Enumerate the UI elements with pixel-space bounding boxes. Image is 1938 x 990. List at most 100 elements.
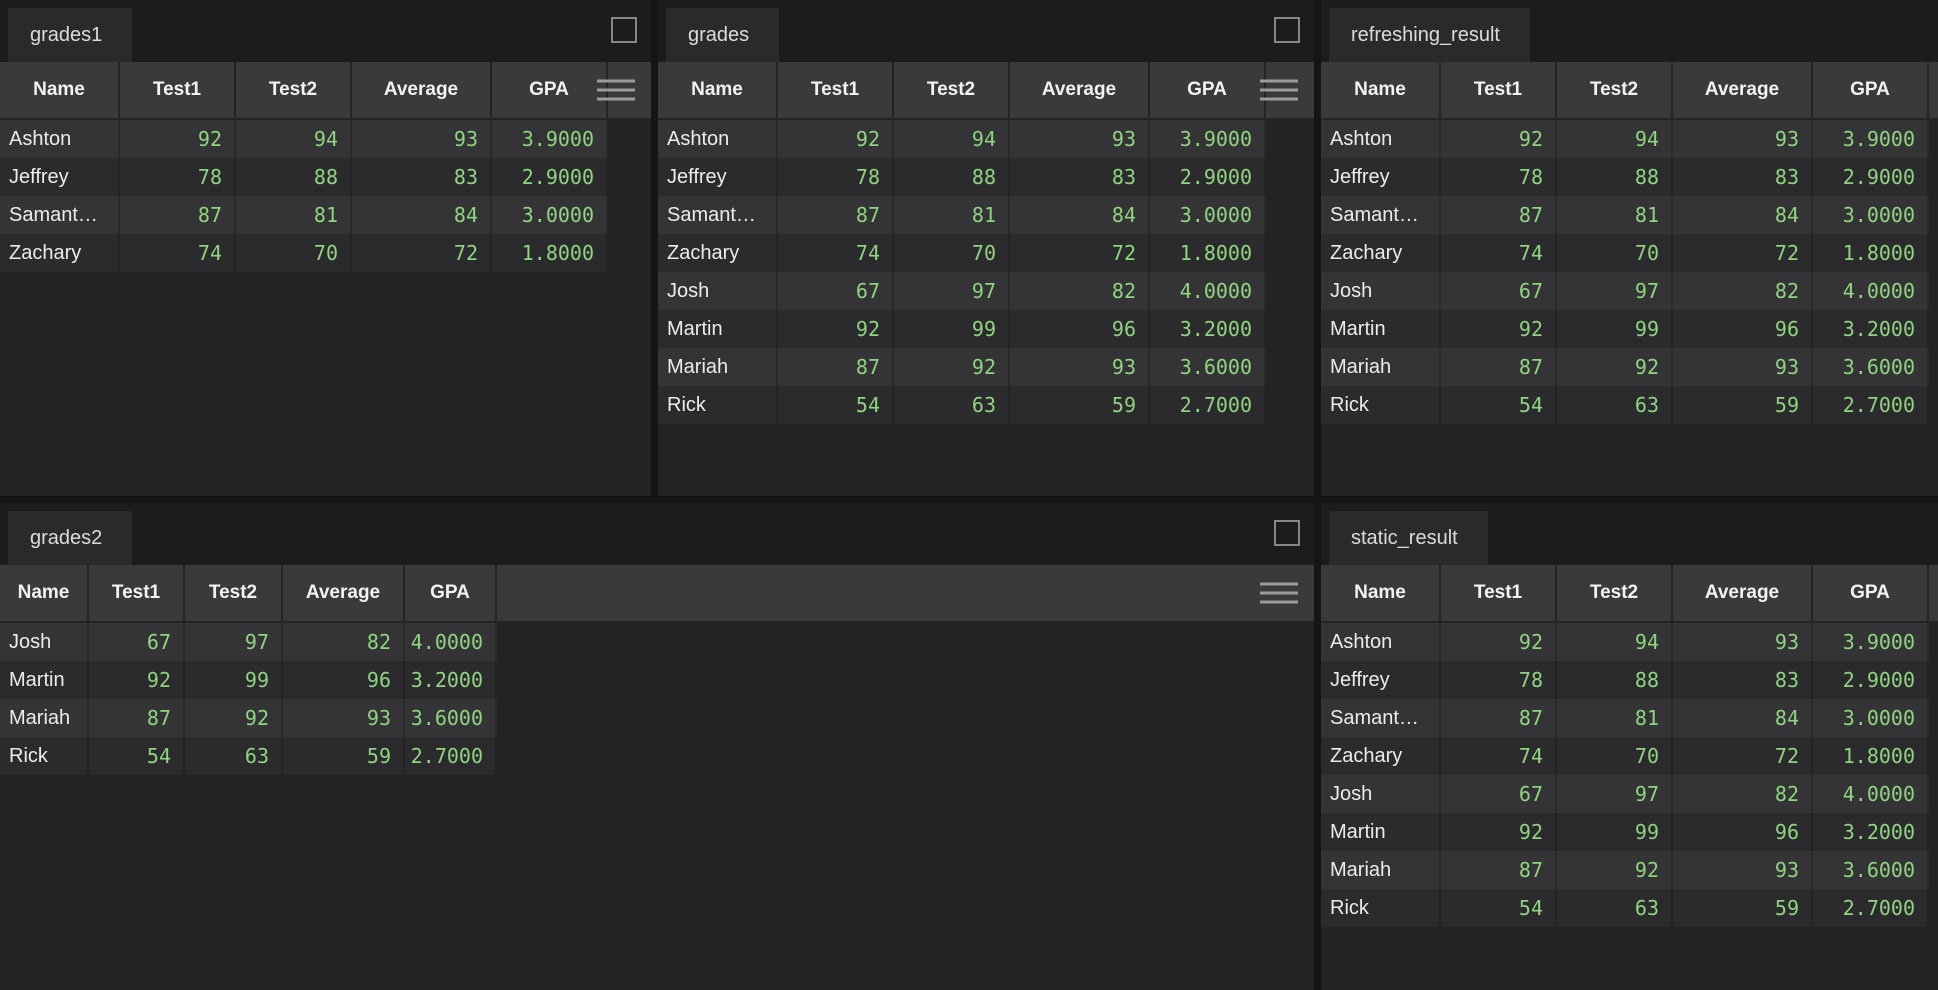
table-row[interactable]: Zachary7470721.8000 <box>1321 737 1929 775</box>
cell-name: Mariah <box>1321 851 1441 889</box>
column-header-test1[interactable]: Test1 <box>120 62 236 118</box>
column-header-name[interactable]: Name <box>1321 62 1441 118</box>
column-header-name[interactable]: Name <box>0 565 89 621</box>
column-header-test2[interactable]: Test2 <box>894 62 1010 118</box>
table-menu-icon[interactable] <box>597 80 635 101</box>
cell-number: 3.9000 <box>1813 623 1929 661</box>
cell-number: 88 <box>894 158 1010 196</box>
cell-number: 81 <box>894 196 1010 234</box>
cell-number: 97 <box>894 272 1010 310</box>
table-row[interactable]: Martin9299963.2000 <box>1321 310 1929 348</box>
table-row[interactable]: Josh6797824.0000 <box>1321 775 1929 813</box>
column-header-test2[interactable]: Test2 <box>236 62 352 118</box>
table-row[interactable]: Zachary7470721.8000 <box>1321 234 1929 272</box>
column-header-test2[interactable]: Test2 <box>185 565 283 621</box>
tab-refreshing-result[interactable]: refreshing_result <box>1329 8 1530 62</box>
column-header-average[interactable]: Average <box>1673 565 1813 621</box>
table-row[interactable]: Rick5463592.7000 <box>1321 386 1929 424</box>
column-header-name[interactable]: Name <box>658 62 778 118</box>
column-header-average[interactable]: Average <box>352 62 492 118</box>
maximize-icon[interactable] <box>1274 520 1300 546</box>
cell-number: 63 <box>185 737 283 775</box>
table-row[interactable]: Samant…8781843.0000 <box>658 196 1266 234</box>
table-row[interactable]: Martin9299963.2000 <box>1321 813 1929 851</box>
column-header-test1[interactable]: Test1 <box>778 62 894 118</box>
table-row[interactable]: Mariah8792933.6000 <box>1321 851 1929 889</box>
column-header-gpa[interactable]: GPA <box>492 62 608 118</box>
table-row[interactable]: Rick5463592.7000 <box>1321 889 1929 927</box>
table-row[interactable]: Ashton9294933.9000 <box>1321 120 1929 158</box>
cell-number: 74 <box>1441 234 1557 272</box>
table-row[interactable]: Josh6797824.0000 <box>658 272 1266 310</box>
table-row[interactable]: Martin9299963.2000 <box>0 661 497 699</box>
tab-grades[interactable]: grades <box>666 8 779 62</box>
table-body: Ashton9294933.9000Jeffrey7888832.9000Sam… <box>0 120 651 496</box>
column-header-gpa[interactable]: GPA <box>1813 62 1929 118</box>
column-header-name[interactable]: Name <box>1321 565 1441 621</box>
table-menu-icon[interactable] <box>1260 583 1298 604</box>
table-row[interactable]: Mariah8792933.6000 <box>1321 348 1929 386</box>
table-row[interactable]: Zachary7470721.8000 <box>0 234 608 272</box>
cell-number: 1.8000 <box>492 234 608 272</box>
maximize-icon[interactable] <box>1274 17 1300 43</box>
column-header-gpa[interactable]: GPA <box>1813 565 1929 621</box>
cell-number: 2.9000 <box>1813 661 1929 699</box>
table-row[interactable]: Samant…8781843.0000 <box>1321 699 1929 737</box>
table-row[interactable]: Ashton9294933.9000 <box>0 120 608 158</box>
cell-number: 74 <box>778 234 894 272</box>
cell-number: 84 <box>1010 196 1150 234</box>
tab-static-result[interactable]: static_result <box>1329 511 1488 565</box>
cell-number: 81 <box>1557 196 1673 234</box>
column-header-test1[interactable]: Test1 <box>1441 62 1557 118</box>
table-row[interactable]: Martin9299963.2000 <box>658 310 1266 348</box>
table-row[interactable]: Zachary7470721.8000 <box>658 234 1266 272</box>
column-header-gpa[interactable]: GPA <box>405 565 497 621</box>
table-row[interactable]: Mariah8792933.6000 <box>658 348 1266 386</box>
cell-number: 87 <box>120 196 236 234</box>
table-menu-icon[interactable] <box>1260 80 1298 101</box>
table-row[interactable]: Josh6797824.0000 <box>1321 272 1929 310</box>
table-row[interactable]: Rick5463592.7000 <box>658 386 1266 424</box>
column-header-test1[interactable]: Test1 <box>1441 565 1557 621</box>
workspace: grades1 NameTest1Test2AverageGPA Ashton9… <box>0 0 1938 990</box>
cell-number: 87 <box>778 348 894 386</box>
table-row[interactable]: Samant…8781843.0000 <box>0 196 608 234</box>
cell-number: 78 <box>120 158 236 196</box>
table-row[interactable]: Rick5463592.7000 <box>0 737 497 775</box>
cell-number: 54 <box>1441 889 1557 927</box>
maximize-icon[interactable] <box>611 17 637 43</box>
column-header-average[interactable]: Average <box>283 565 405 621</box>
cell-number: 88 <box>1557 661 1673 699</box>
column-header-average[interactable]: Average <box>1010 62 1150 118</box>
table-row[interactable]: Mariah8792933.6000 <box>0 699 497 737</box>
cell-number: 3.6000 <box>1813 851 1929 889</box>
column-header-gpa[interactable]: GPA <box>1150 62 1266 118</box>
tab-strip: refreshing_result <box>1321 0 1938 62</box>
cell-number: 4.0000 <box>1813 775 1929 813</box>
cell-number: 3.0000 <box>1813 196 1929 234</box>
table-row[interactable]: Samant…8781843.0000 <box>1321 196 1929 234</box>
table-row[interactable]: Josh6797824.0000 <box>0 623 497 661</box>
cell-number: 3.9000 <box>492 120 608 158</box>
cell-number: 4.0000 <box>405 623 497 661</box>
column-header-average[interactable]: Average <box>1673 62 1813 118</box>
cell-number: 70 <box>236 234 352 272</box>
cell-number: 67 <box>1441 775 1557 813</box>
table-row[interactable]: Jeffrey7888832.9000 <box>1321 158 1929 196</box>
tab-grades1[interactable]: grades1 <box>8 8 132 62</box>
tab-grades2[interactable]: grades2 <box>8 511 132 565</box>
cell-number: 97 <box>1557 272 1673 310</box>
cell-name: Mariah <box>658 348 778 386</box>
table-row[interactable]: Jeffrey7888832.9000 <box>658 158 1266 196</box>
panel-refreshing-result: refreshing_result NameTest1Test2AverageG… <box>1321 0 1938 496</box>
table-row[interactable]: Ashton9294933.9000 <box>1321 623 1929 661</box>
column-header-test1[interactable]: Test1 <box>89 565 185 621</box>
column-header-name[interactable]: Name <box>0 62 120 118</box>
column-header-test2[interactable]: Test2 <box>1557 62 1673 118</box>
cell-number: 3.0000 <box>1150 196 1266 234</box>
column-header-test2[interactable]: Test2 <box>1557 565 1673 621</box>
table-row[interactable]: Jeffrey7888832.9000 <box>0 158 608 196</box>
table-row[interactable]: Ashton9294933.9000 <box>658 120 1266 158</box>
table-row[interactable]: Jeffrey7888832.9000 <box>1321 661 1929 699</box>
cell-number: 1.8000 <box>1150 234 1266 272</box>
